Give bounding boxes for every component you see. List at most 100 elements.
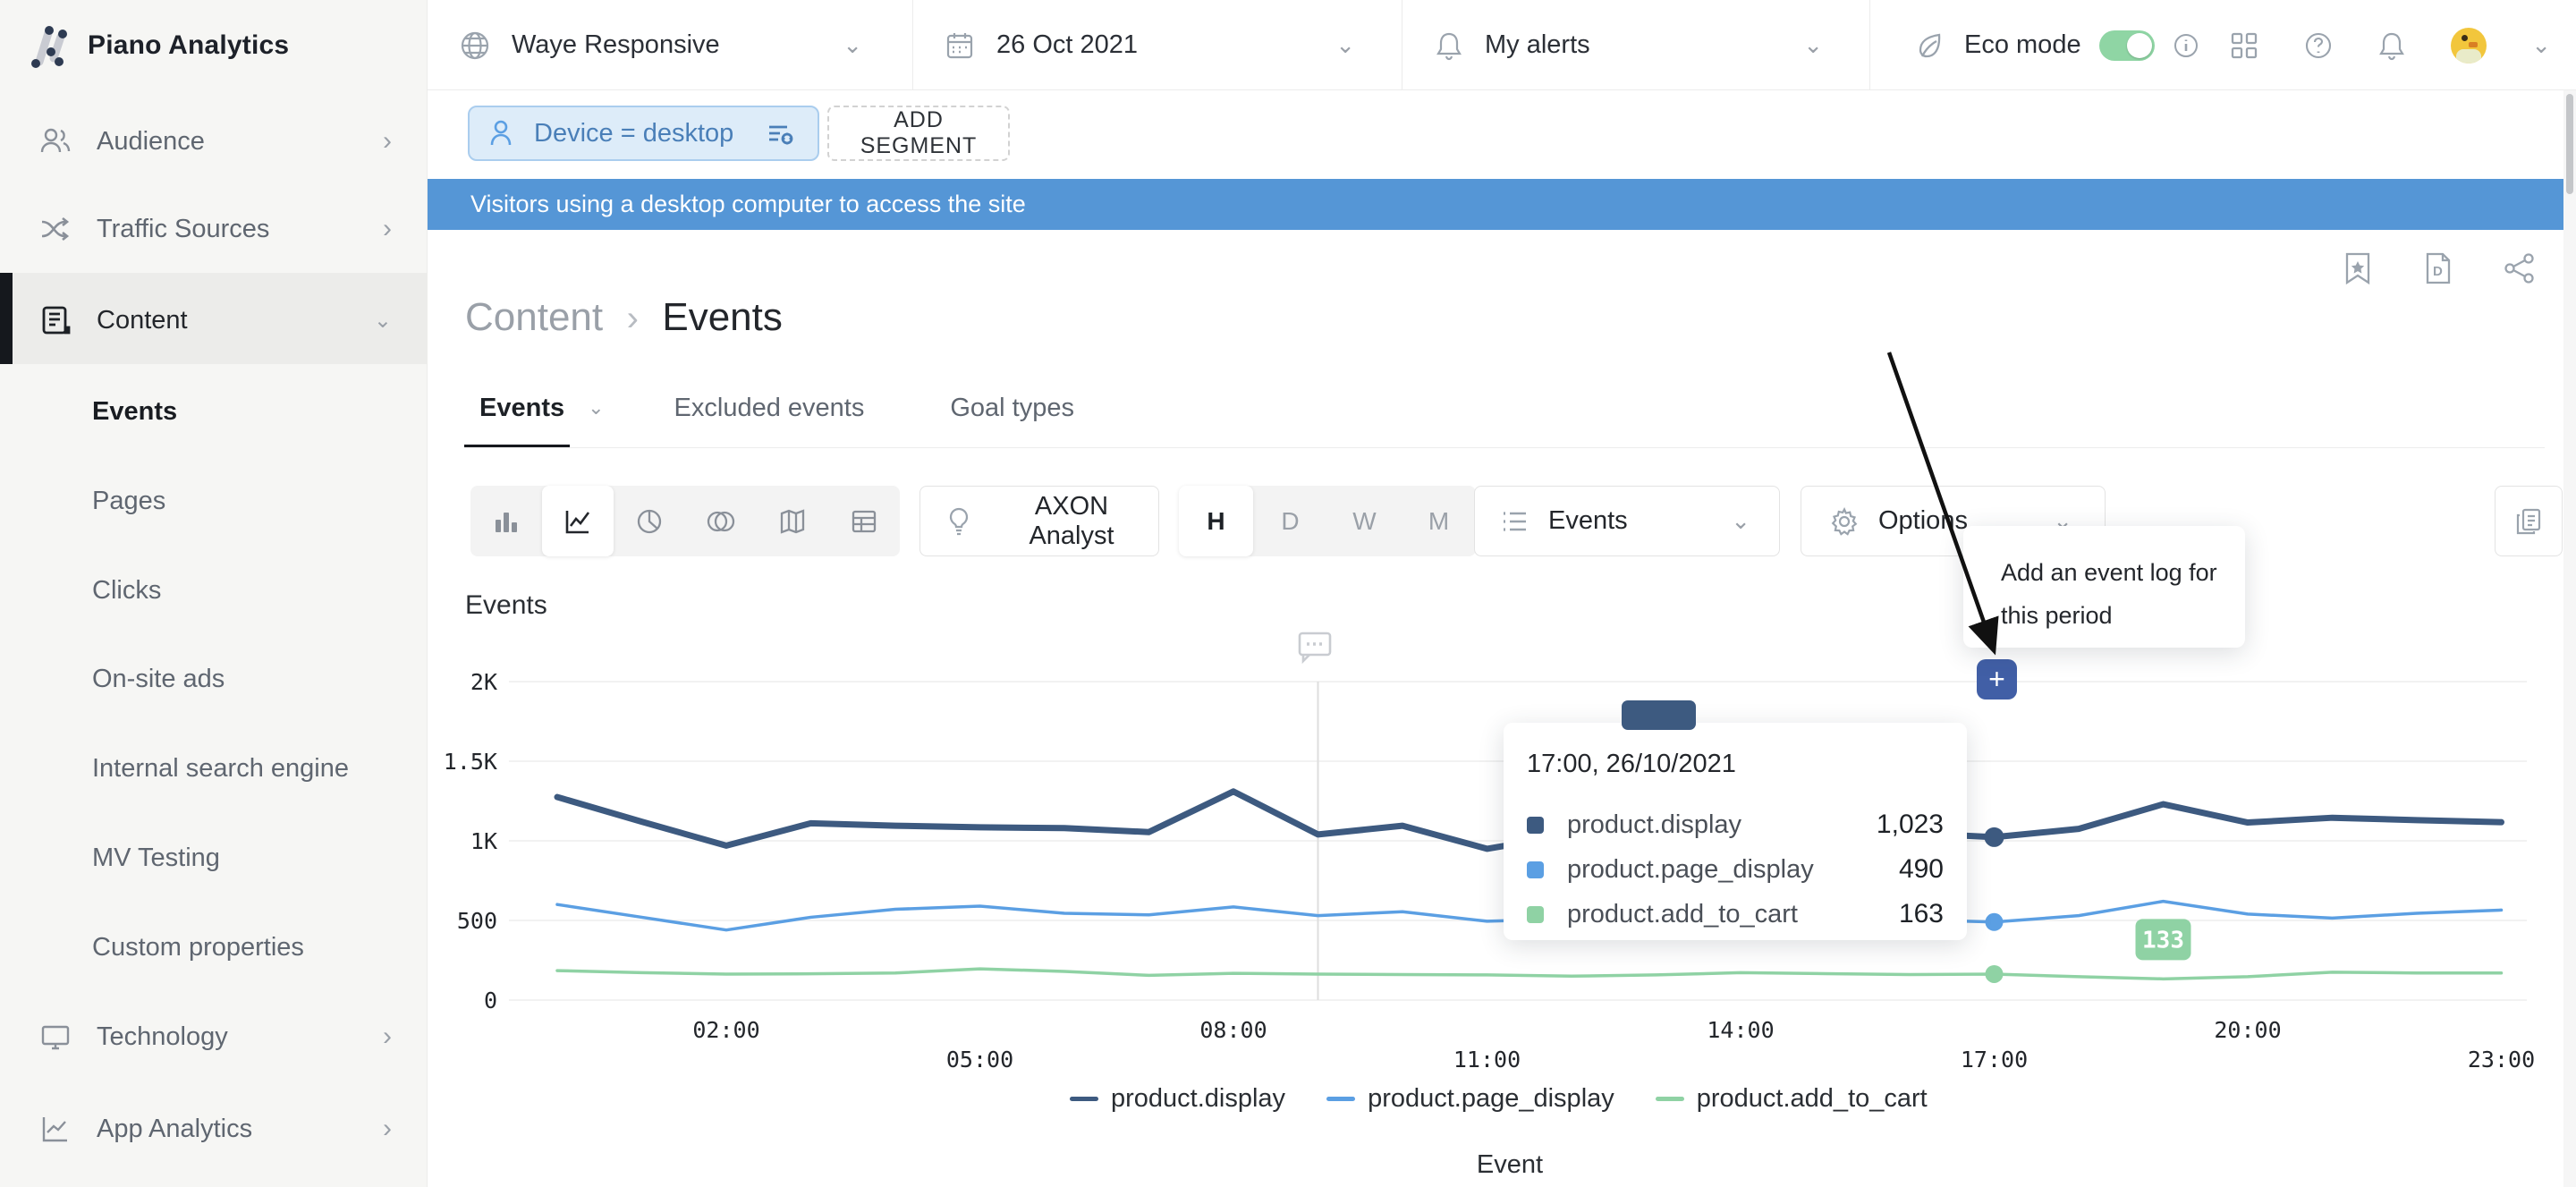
eco-mode-control: Eco mode	[1914, 0, 2199, 90]
y-axis-tick: 1K	[470, 828, 497, 854]
segment-chip-device-desktop[interactable]: Device = desktop	[468, 106, 819, 161]
x-axis-tick: 14:00	[1707, 1017, 1774, 1043]
report-tabs: Events ⌄ Excluded events Goal types	[479, 385, 1074, 431]
bookmark-star-icon[interactable]	[2342, 250, 2374, 286]
sidebar-item-label: Technology	[97, 1022, 228, 1052]
legend-item-product.page_display[interactable]: product.page_display	[1326, 1084, 1614, 1114]
chevron-down-icon[interactable]: ⌄	[2531, 31, 2551, 59]
sidebar-item-label: MV Testing	[92, 844, 220, 873]
sidebar-item-traffic-sources[interactable]: Traffic Sources ›	[0, 197, 428, 261]
apps-grid-icon[interactable]	[2229, 30, 2259, 61]
bar-chart-icon[interactable]	[470, 486, 542, 556]
axon-analyst-label: AXON Analyst	[990, 492, 1153, 551]
technology-icon	[38, 1021, 73, 1053]
sidebar-item-technology[interactable]: Technology ›	[0, 1005, 428, 1069]
venn-icon[interactable]	[685, 486, 757, 556]
sidebar-item-events[interactable]: Events	[0, 379, 428, 444]
content-icon	[38, 304, 73, 336]
sidebar-item-content[interactable]: Content ⌄	[0, 288, 428, 352]
tab-goal-types[interactable]: Goal types	[950, 394, 1074, 423]
map-icon[interactable]	[757, 486, 828, 556]
app-logo[interactable]: Piano Analytics	[0, 0, 428, 90]
sidebar-item-clicks[interactable]: Clicks	[0, 558, 428, 623]
piano-logo-icon	[27, 22, 73, 69]
chevron-down-icon: ⌄	[1335, 31, 1355, 59]
globe-icon	[460, 30, 490, 61]
x-axis-tick: 02:00	[692, 1017, 759, 1043]
tab-events[interactable]: Events	[479, 394, 564, 423]
pie-chart-icon[interactable]	[614, 486, 685, 556]
comment-annotation-icon[interactable]	[1297, 630, 1333, 664]
sidebar-item-label: On-site ads	[92, 665, 225, 694]
sidebar-item-mv-testing[interactable]: MV Testing	[0, 826, 428, 890]
sidebar-item-label: Clicks	[92, 576, 161, 606]
granularity-month[interactable]: M	[1402, 486, 1476, 556]
x-axis-tick: 17:00	[1961, 1047, 2028, 1073]
report-actions: D	[2342, 250, 2537, 286]
tooltip-row: product.add_to_cart163	[1527, 892, 1944, 937]
breadcrumb-section[interactable]: Content	[465, 295, 603, 339]
tooltip-series-value: 1,023	[1877, 810, 1944, 840]
chevron-down-icon[interactable]: ⌄	[588, 396, 604, 420]
sidebar-item-label: Custom properties	[92, 933, 304, 962]
alerts-selector[interactable]: My alerts ⌄	[1435, 0, 1864, 90]
sidebar-item-app-analytics[interactable]: App Analytics ›	[0, 1097, 428, 1161]
tab-excluded-events[interactable]: Excluded events	[674, 394, 865, 423]
segment-bar: Device = desktop ADD SEGMENT	[428, 90, 2576, 179]
sidebar-item-onsite-ads[interactable]: On-site ads	[0, 647, 428, 711]
segment-settings-icon[interactable]	[766, 119, 796, 148]
granularity-day[interactable]: D	[1253, 486, 1327, 556]
tooltip-row: product.page_display490	[1527, 847, 1944, 892]
chevron-right-icon: ›	[383, 214, 392, 244]
sidebar-item-pages[interactable]: Pages	[0, 469, 428, 533]
topbar-icon-cluster: ⌄	[2229, 0, 2551, 90]
sidebar-item-audience[interactable]: Audience ›	[0, 109, 428, 174]
hover-dot-product.display	[1985, 827, 2004, 847]
chevron-down-icon: ⌄	[374, 308, 392, 334]
y-axis-tick: 500	[457, 908, 497, 934]
add-event-log-tooltip-line1: Add an event log for	[2001, 551, 2245, 594]
axon-analyst-button[interactable]: AXON Analyst	[919, 486, 1159, 556]
copy-icon	[2514, 506, 2543, 537]
options-dropdown-label: Options	[1878, 506, 1968, 536]
table-icon[interactable]	[828, 486, 900, 556]
bell-icon	[1435, 30, 1463, 61]
granularity-week[interactable]: W	[1327, 486, 1402, 556]
help-icon[interactable]	[2304, 31, 2333, 60]
chevron-right-icon: ›	[383, 1114, 392, 1144]
legend-swatch	[1326, 1097, 1355, 1101]
leaf-icon	[1914, 30, 1946, 62]
eco-mode-toggle[interactable]	[2099, 30, 2155, 61]
sidebar-item-internal-search[interactable]: Internal search engine	[0, 736, 428, 801]
notifications-bell-icon[interactable]	[2377, 30, 2406, 61]
tooltip-swatch	[1527, 906, 1544, 923]
granularity-hour[interactable]: H	[1179, 486, 1253, 556]
sidebar-item-custom-properties[interactable]: Custom properties	[0, 915, 428, 979]
calendar-icon	[945, 30, 975, 61]
legend-item-product.add_to_cart[interactable]: product.add_to_cart	[1656, 1084, 1928, 1114]
line-chart-icon[interactable]	[542, 486, 614, 556]
scrollbar-track[interactable]	[2563, 90, 2576, 1187]
metric-dropdown[interactable]: Events ⌄	[1474, 486, 1780, 556]
add-event-log-button[interactable]: +	[1977, 659, 2017, 699]
visitor-icon	[487, 119, 514, 148]
date-selector[interactable]: 26 Oct 2021 ⌄	[945, 0, 1396, 90]
value-badge-text: 133	[2142, 927, 2184, 954]
segment-chip-label: Device = desktop	[534, 119, 733, 148]
series-line-product.add_to_cart	[557, 969, 2502, 979]
add-segment-button[interactable]: ADD SEGMENT	[827, 106, 1010, 161]
hover-dot-product.page_display	[1986, 913, 2004, 931]
y-axis-tick: 1.5K	[444, 749, 497, 775]
info-icon[interactable]	[2173, 32, 2199, 59]
scrollbar-thumb[interactable]	[2566, 94, 2573, 194]
x-axis-tick: 23:00	[2468, 1047, 2535, 1073]
legend-item-product.display[interactable]: product.display	[1070, 1084, 1285, 1114]
avatar[interactable]	[2451, 28, 2487, 64]
share-icon[interactable]	[2503, 251, 2537, 285]
report-doc-icon[interactable]: D	[2422, 250, 2454, 286]
legend-swatch	[1656, 1097, 1684, 1101]
segment-description-banner: Visitors using a desktop computer to acc…	[428, 179, 2576, 230]
chevron-right-icon: ›	[383, 126, 392, 157]
site-selector[interactable]: Waye Responsive ⌄	[460, 0, 889, 90]
copy-report-button[interactable]	[2495, 486, 2563, 556]
